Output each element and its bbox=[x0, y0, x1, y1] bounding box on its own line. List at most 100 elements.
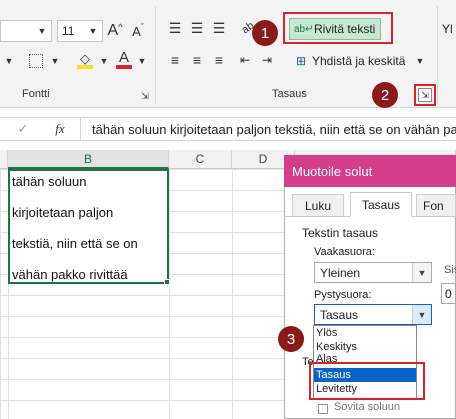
horizontal-value: Yleinen bbox=[320, 265, 361, 280]
align-top-icon: ☰ bbox=[168, 19, 182, 36]
align-left-button[interactable]: ≡ bbox=[166, 50, 184, 70]
align-middle-button[interactable]: ☰ bbox=[188, 18, 206, 38]
indent-input[interactable]: 0 bbox=[441, 283, 456, 304]
decrease-indent-icon: ⇤ bbox=[239, 53, 251, 67]
gridline bbox=[232, 169, 233, 419]
font-color-button[interactable]: A bbox=[114, 48, 134, 70]
underline-dropdown[interactable]: ▼ bbox=[2, 52, 16, 70]
font-dialog-launcher-icon[interactable]: ⇲ bbox=[139, 90, 151, 102]
fill-color-dropdown[interactable]: ▼ bbox=[98, 52, 110, 70]
chevron-down-icon: ▼ bbox=[412, 263, 431, 282]
column-label: C bbox=[195, 152, 205, 166]
fill-color-swatch bbox=[77, 64, 93, 69]
fx-label: fx bbox=[55, 121, 65, 136]
vertical-label: Pystysuora: bbox=[314, 289, 372, 301]
paint-bucket-icon: ◇ bbox=[80, 50, 90, 66]
column-header-B[interactable]: B bbox=[8, 150, 169, 169]
merge-center-button[interactable]: Yhdistä ja keskitä bbox=[312, 54, 405, 68]
tab-font[interactable]: Fon bbox=[416, 194, 456, 216]
group-separator bbox=[155, 6, 156, 104]
tab-label: Tasaus bbox=[361, 197, 401, 212]
font-color-dropdown[interactable]: ▼ bbox=[136, 52, 148, 70]
fill-color-button[interactable]: ◇ bbox=[74, 50, 96, 70]
indent-label: Sis bbox=[444, 264, 456, 276]
merge-center-dropdown[interactable]: ▼ bbox=[414, 54, 426, 68]
borders-dropdown[interactable]: ▼ bbox=[49, 52, 61, 70]
shrink-font-label: A bbox=[132, 23, 141, 39]
indent-value: 0 bbox=[445, 286, 452, 301]
tab-number[interactable]: Luku bbox=[292, 194, 344, 216]
align-center-button[interactable]: ≡ bbox=[188, 50, 206, 70]
align-middle-icon: ☰ bbox=[190, 19, 204, 36]
cell-text-line: kirjoitetaan paljon bbox=[12, 205, 114, 220]
font-size-value: 11 bbox=[62, 24, 75, 38]
insert-function-button[interactable]: fx bbox=[50, 120, 70, 138]
shrink-to-fit-label: Sovita soluun bbox=[334, 401, 401, 413]
cell-text-line: tekstiä, niin että se on bbox=[12, 236, 138, 251]
chevron-down-icon: ▼ bbox=[4, 56, 14, 66]
merge-center-icon: ⊞ bbox=[295, 54, 307, 68]
align-top-button[interactable]: ☰ bbox=[166, 18, 184, 38]
dialog-title: Muotoile solut bbox=[292, 163, 373, 179]
increase-font-size-button[interactable]: A ^ bbox=[106, 20, 124, 42]
align-center-icon: ≡ bbox=[192, 52, 202, 68]
caret-down-icon: ˇ bbox=[140, 22, 144, 32]
shrink-to-fit-checkbox[interactable] bbox=[318, 404, 328, 414]
formula-input[interactable]: tähän soluun kirjoitetaan paljon tekstiä… bbox=[92, 122, 456, 137]
decrease-font-size-button[interactable]: Aˇ bbox=[129, 20, 147, 42]
decrease-indent-button[interactable]: ⇤ bbox=[236, 50, 254, 70]
font-group-label: Fontti bbox=[22, 88, 50, 100]
alignment-dialog-launcher-icon[interactable]: ⇲ bbox=[418, 88, 432, 102]
font-size-select[interactable]: 11 ▼ bbox=[57, 20, 103, 42]
chevron-down-icon: ▼ bbox=[88, 26, 98, 36]
chevron-down-icon: ▼ bbox=[412, 305, 431, 324]
column-header-A[interactable] bbox=[0, 150, 8, 169]
cell-text-line: tähän soluun bbox=[12, 174, 87, 189]
group-separator bbox=[437, 6, 438, 104]
formula-separator bbox=[80, 118, 81, 140]
horizontal-select[interactable]: Yleinen ▼ bbox=[314, 262, 432, 283]
tab-label: Fon bbox=[423, 198, 444, 213]
column-label: D bbox=[258, 152, 268, 166]
callout-badge-1: 1 bbox=[252, 20, 278, 46]
align-right-icon: ≡ bbox=[214, 52, 224, 68]
callout-badge-3: 3 bbox=[278, 326, 304, 352]
gridline bbox=[169, 169, 170, 419]
tab-alignment[interactable]: Tasaus bbox=[350, 192, 412, 217]
align-bottom-icon: ☰ bbox=[212, 19, 226, 36]
chevron-down-icon: ▼ bbox=[50, 56, 60, 66]
chevron-down-icon: ▼ bbox=[99, 56, 109, 66]
grow-font-label: A bbox=[107, 22, 119, 39]
chevron-down-icon: ▼ bbox=[37, 26, 47, 36]
sheet-gap bbox=[0, 141, 456, 150]
borders-button[interactable] bbox=[26, 52, 46, 70]
cancel-entry-icon[interactable]: ✓ bbox=[14, 120, 32, 138]
text-alignment-section-label: Tekstin tasaus bbox=[302, 226, 379, 240]
alignment-group-label: Tasaus bbox=[272, 88, 307, 100]
font-color-icon: A bbox=[118, 48, 129, 66]
vertical-select[interactable]: Tasaus ▼ bbox=[314, 304, 432, 325]
dialog-title-bar: Muotoile solut bbox=[284, 155, 456, 187]
increase-indent-button[interactable]: ⇥ bbox=[258, 50, 276, 70]
vertical-value: Tasaus bbox=[320, 307, 359, 322]
options-highlight bbox=[309, 362, 425, 400]
column-header-C[interactable]: C bbox=[169, 150, 232, 169]
align-bottom-button[interactable]: ☰ bbox=[210, 18, 228, 38]
cell-text-line: vähän pakko rivittää bbox=[12, 267, 128, 282]
caret-up-icon: ^ bbox=[118, 22, 123, 32]
chevron-down-icon: ▼ bbox=[415, 56, 425, 66]
font-color-swatch bbox=[116, 64, 132, 69]
tab-label: Luku bbox=[304, 198, 332, 213]
fill-handle[interactable] bbox=[164, 279, 170, 285]
callout-badge-2: 2 bbox=[372, 82, 398, 108]
chevron-down-icon: ▼ bbox=[137, 56, 147, 66]
increase-indent-icon: ⇥ bbox=[261, 53, 273, 67]
borders-icon bbox=[29, 54, 43, 68]
font-family-select[interactable]: ▼ bbox=[0, 20, 52, 42]
wrap-text-button[interactable]: ab↵ Rivitä teksti bbox=[289, 18, 381, 40]
align-right-button[interactable]: ≡ bbox=[210, 50, 228, 70]
number-format-select[interactable]: Yl bbox=[442, 22, 453, 36]
option-top[interactable]: Ylös bbox=[314, 326, 416, 340]
align-left-icon: ≡ bbox=[170, 52, 180, 68]
column-label: B bbox=[83, 151, 92, 166]
